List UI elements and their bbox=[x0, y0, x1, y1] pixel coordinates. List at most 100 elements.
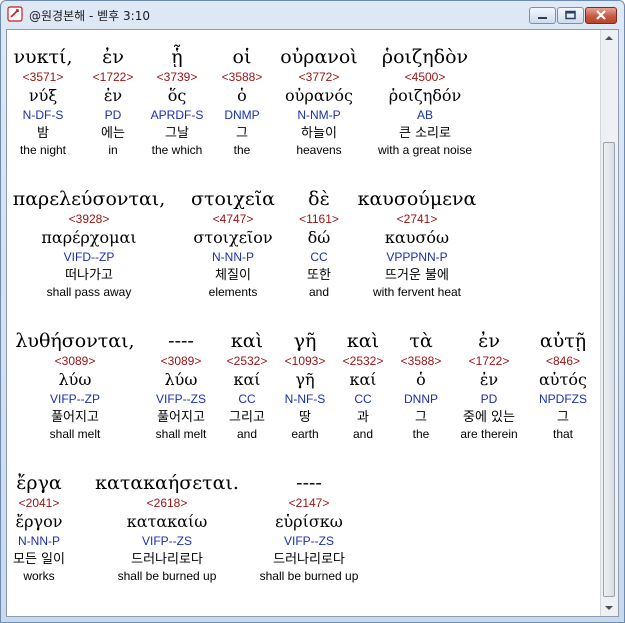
strong-number: <3571> bbox=[22, 70, 64, 84]
close-button[interactable] bbox=[585, 7, 617, 24]
english-gloss: and bbox=[308, 285, 330, 299]
minimize-icon bbox=[538, 17, 547, 19]
greek-word: τὰ bbox=[409, 330, 433, 352]
word-ouranoi[interactable]: οὐρανοὶ <3772> οὐρανός N-NM-P 하늘이 heaven… bbox=[280, 44, 357, 158]
lemma: αὐτός bbox=[539, 370, 587, 389]
maximize-icon bbox=[565, 10, 576, 20]
korean-gloss: 드러나리로다 bbox=[273, 552, 345, 567]
greek-word: καυσούμενα bbox=[357, 188, 477, 210]
greek-word: δὲ bbox=[308, 188, 330, 210]
strong-number: <1161> bbox=[299, 212, 339, 226]
scroll-thumb[interactable] bbox=[603, 142, 615, 597]
word-kai-1[interactable]: καὶ <2532> καί CC 그리고 and bbox=[227, 328, 268, 442]
greek-word: οἱ bbox=[232, 46, 252, 68]
word-kausoumena[interactable]: καυσούμενα <2741> καυσόω VPPPNN-P 뜨거운 불에… bbox=[358, 186, 477, 300]
korean-gloss: 땅 bbox=[299, 410, 311, 425]
word-katakaesetai[interactable]: κατακαήσεται. <2618> κατακαίω VIFP--ZS 드… bbox=[95, 470, 239, 584]
greek-word: καὶ bbox=[230, 330, 264, 352]
greek-word: ---- bbox=[296, 472, 322, 494]
strong-number: <3089> bbox=[54, 354, 96, 368]
close-icon bbox=[596, 10, 606, 20]
lemma: γῆ bbox=[295, 370, 315, 389]
english-gloss: earth bbox=[291, 427, 319, 441]
word-rhoizedon[interactable]: ῥοιζηδὸν <4500> ῥοιζηδόν AB 큰 소리로 with a… bbox=[378, 44, 472, 158]
word-aute[interactable]: αὐτῇ <846> αὐτός NPDFZS 그 that bbox=[539, 328, 587, 442]
greek-word: καὶ bbox=[346, 330, 380, 352]
strong-number: <3772> bbox=[298, 70, 340, 84]
word-de[interactable]: δὲ <1161> δώ CC 또한 and bbox=[299, 186, 339, 300]
word-ta[interactable]: τὰ <3588> ὁ DNNP 그 the bbox=[401, 328, 442, 442]
lemma: ἐν bbox=[479, 370, 499, 389]
strong-number: <2532> bbox=[342, 354, 384, 368]
word-luthesontai[interactable]: λυθήσονται, <3089> λύω VIFP--ZP 풀어지고 sha… bbox=[15, 328, 134, 442]
word-en-2[interactable]: ἐν <1722> ἐν PD 중에 있는 are therein bbox=[460, 328, 517, 442]
korean-gloss: 또한 bbox=[307, 268, 331, 283]
lemma: λύω bbox=[58, 370, 92, 389]
english-gloss: and bbox=[352, 427, 374, 441]
maximize-button[interactable] bbox=[557, 7, 584, 24]
scroll-up-button[interactable] bbox=[601, 30, 617, 46]
lemma: ὅς bbox=[167, 86, 187, 105]
greek-word: ἔργα bbox=[16, 472, 62, 494]
english-gloss: heavens bbox=[296, 143, 342, 157]
korean-gloss: 그 bbox=[236, 126, 248, 141]
english-gloss: shall be burned up bbox=[117, 569, 217, 583]
parsing-code: VIFP--ZP bbox=[50, 392, 100, 406]
korean-gloss: 모든 일이 bbox=[13, 552, 65, 567]
korean-gloss: 과 bbox=[357, 410, 369, 425]
word-hoi[interactable]: οἱ <3588> ὁ DNMP 그 the bbox=[222, 44, 263, 158]
lemma: λύω bbox=[164, 370, 198, 389]
english-gloss: the night bbox=[19, 143, 67, 157]
strong-number: <2532> bbox=[226, 354, 268, 368]
vertical-scrollbar[interactable] bbox=[600, 30, 618, 616]
parsing-code: AB bbox=[416, 108, 433, 122]
word-en[interactable]: ἐν <1722> ἐν PD 에는 in bbox=[93, 44, 134, 158]
greek-word: γῆ bbox=[293, 330, 317, 352]
word-nykti[interactable]: νυκτί, <3571> νύξ N-DF-S 밤 the night bbox=[14, 44, 73, 158]
scroll-down-button[interactable] bbox=[601, 600, 617, 616]
word-stoicheia[interactable]: στοιχεῖα <4747> στοιχεῖον N-NN-P 체질이 ele… bbox=[191, 186, 275, 300]
english-gloss: shall melt bbox=[155, 427, 207, 441]
word-he[interactable]: ᾗ <3739> ὅς APRDF-S 그날 the which bbox=[151, 44, 204, 158]
korean-gloss: 떠나가고 bbox=[65, 268, 113, 283]
parsing-code: N-NM-P bbox=[297, 108, 341, 122]
title-bar[interactable]: @원경본해 - 벧후 3:10 bbox=[1, 1, 624, 29]
english-gloss: the bbox=[412, 427, 430, 441]
greek-word: νυκτί, bbox=[13, 46, 73, 68]
word-erga[interactable]: ἔργα <2041> ἔργον N-NN-P 모든 일이 works bbox=[13, 470, 65, 584]
word-placeholder-2[interactable]: ---- <2147> εὑρίσκω VIFP--ZS 드러나리로다 shal… bbox=[260, 470, 359, 584]
parsing-code: PD bbox=[104, 108, 122, 122]
strong-number: <2147> bbox=[288, 496, 330, 510]
verse-content: νυκτί, <3571> νύξ N-DF-S 밤 the night ἐν … bbox=[7, 30, 601, 616]
strong-number: <3588> bbox=[221, 70, 263, 84]
lemma: ἐν bbox=[103, 86, 123, 105]
greek-word: ---- bbox=[168, 330, 194, 352]
app-icon[interactable] bbox=[7, 6, 23, 22]
parsing-code: VIFP--ZS bbox=[142, 534, 192, 548]
strong-number: <1093> bbox=[284, 354, 326, 368]
english-gloss: shall melt bbox=[49, 427, 101, 441]
strong-number: <846> bbox=[545, 354, 581, 368]
greek-word: ἐν bbox=[102, 46, 124, 68]
strong-number: <3928> bbox=[68, 212, 110, 226]
korean-gloss: 하늘이 bbox=[301, 126, 337, 141]
minimize-button[interactable] bbox=[529, 7, 556, 24]
parsing-code: VIFP--ZS bbox=[284, 534, 334, 548]
word-pareleusontai[interactable]: παρελεύσονται, <3928> παρέρχομαι VIFD--Z… bbox=[13, 186, 166, 300]
greek-word: ᾗ bbox=[171, 46, 183, 68]
interlinear-view[interactable]: νυκτί, <3571> νύξ N-DF-S 밤 the night ἐν … bbox=[6, 29, 619, 617]
strong-number: <4500> bbox=[404, 70, 446, 84]
lemma: παρέρχομαι bbox=[41, 228, 137, 247]
korean-gloss: 큰 소리로 bbox=[399, 126, 451, 141]
strong-number: <1722> bbox=[468, 354, 510, 368]
arrow-up-icon bbox=[605, 36, 613, 40]
word-placeholder-1[interactable]: ---- <3089> λύω VIFP--ZS 풀어지고 shall melt bbox=[156, 328, 207, 442]
strong-number: <2618> bbox=[146, 496, 188, 510]
word-kai-2[interactable]: καὶ <2532> καί CC 과 and bbox=[343, 328, 384, 442]
english-gloss: shall pass away bbox=[46, 285, 132, 299]
english-gloss: and bbox=[236, 427, 258, 441]
english-gloss: works bbox=[23, 569, 55, 583]
word-ge[interactable]: γῆ <1093> γῆ N-NF-S 땅 earth bbox=[285, 328, 326, 442]
korean-gloss: 중에 있는 bbox=[463, 410, 515, 425]
parsing-code: CC bbox=[310, 250, 328, 264]
